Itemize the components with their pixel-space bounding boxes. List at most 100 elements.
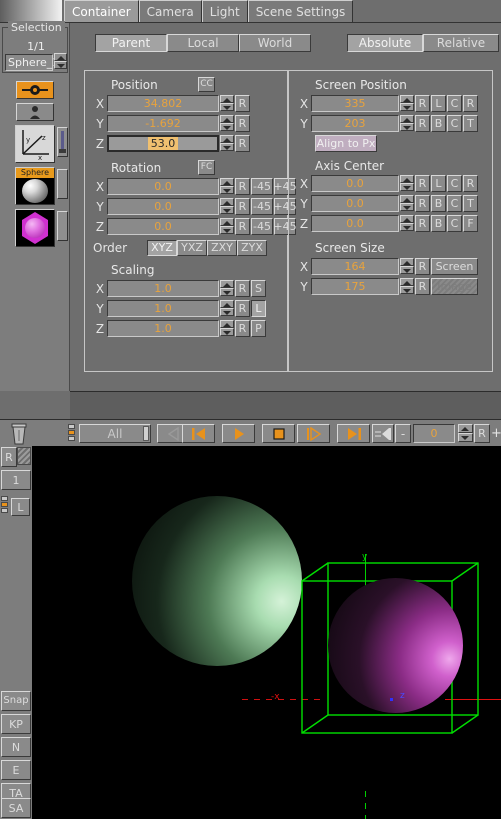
- axis-center-y-field[interactable]: 0.0: [311, 195, 399, 212]
- axis-center-z-field[interactable]: 0.0: [311, 215, 399, 232]
- material-slot-1[interactable]: [57, 169, 68, 199]
- axis-center-z-center[interactable]: C: [447, 215, 462, 232]
- tab-container[interactable]: Container: [64, 0, 139, 23]
- tab-camera[interactable]: Camera: [138, 0, 202, 23]
- layer-number-button[interactable]: 1: [1, 470, 31, 490]
- position-z-stepper[interactable]: [220, 135, 234, 152]
- magenta-sphere-object[interactable]: [328, 578, 463, 713]
- screen-position-x-left[interactable]: L: [431, 95, 446, 112]
- material-thumbnail-magenta[interactable]: [15, 209, 55, 247]
- order-zxy-button[interactable]: ZXY: [207, 239, 237, 256]
- axis-center-z-reset[interactable]: R: [415, 215, 430, 232]
- axis-center-x-right[interactable]: R: [463, 175, 478, 192]
- step-forward-button[interactable]: [297, 424, 330, 443]
- screen-size-x-stepper[interactable]: [400, 258, 414, 275]
- screen-position-x-field[interactable]: 335: [311, 95, 399, 112]
- screen-position-y-bottom[interactable]: B: [431, 115, 446, 132]
- rotation-x-minus45[interactable]: -45: [251, 178, 273, 195]
- axis-center-z-back[interactable]: B: [431, 215, 446, 232]
- rotation-z-reset[interactable]: R: [235, 218, 250, 235]
- mode-local-button[interactable]: Local: [167, 34, 239, 52]
- rotation-y-reset[interactable]: R: [235, 198, 250, 215]
- mode-world-button[interactable]: World: [239, 34, 311, 52]
- frame-number-field[interactable]: 0: [413, 424, 455, 443]
- position-y-field[interactable]: -1.692: [107, 115, 219, 132]
- scaling-y-stepper[interactable]: [220, 300, 234, 317]
- axis-center-y-top[interactable]: T: [463, 195, 478, 212]
- screen-position-y-top[interactable]: T: [463, 115, 478, 132]
- axis-center-x-reset[interactable]: R: [415, 175, 430, 192]
- scaling-z-flag[interactable]: P: [251, 320, 266, 337]
- rotation-y-field[interactable]: 0.0: [107, 198, 219, 215]
- screen-size-x-reset[interactable]: R: [415, 258, 430, 275]
- sa-button[interactable]: SA: [1, 798, 31, 818]
- rotation-z-field[interactable]: 0.0: [107, 218, 219, 235]
- rotation-z-stepper[interactable]: [220, 218, 234, 235]
- axis-center-y-bottom[interactable]: B: [431, 195, 446, 212]
- mode-parent-button[interactable]: Parent: [95, 34, 167, 52]
- mode-relative-button[interactable]: Relative: [423, 34, 499, 52]
- position-x-reset[interactable]: R: [235, 95, 250, 112]
- position-z-field[interactable]: 53.0: [107, 135, 219, 152]
- position-z-reset[interactable]: R: [235, 135, 250, 152]
- skip-end-button[interactable]: [337, 424, 370, 443]
- align-to-px-button[interactable]: Align to Px: [315, 135, 377, 152]
- gizmo-slot[interactable]: [57, 127, 68, 157]
- order-yxz-button[interactable]: YXZ: [177, 239, 207, 256]
- mode-absolute-button[interactable]: Absolute: [347, 34, 423, 52]
- position-x-field[interactable]: 34.802: [107, 95, 219, 112]
- axis-center-z-front[interactable]: F: [463, 215, 478, 232]
- scaling-y-flag[interactable]: L: [251, 300, 266, 317]
- frame-decrement-button[interactable]: -: [395, 424, 411, 443]
- kp-button[interactable]: KP: [1, 714, 31, 734]
- scaling-x-reset[interactable]: R: [235, 280, 250, 297]
- object-select-icon[interactable]: [16, 103, 54, 121]
- visibility-toggle-icon[interactable]: [16, 81, 54, 99]
- key-jump-button[interactable]: [372, 424, 394, 443]
- screen-size-y-field[interactable]: 175: [311, 278, 399, 295]
- rotation-fc-button[interactable]: FC: [198, 160, 215, 175]
- screen-position-x-center[interactable]: C: [447, 95, 462, 112]
- rotation-y-stepper[interactable]: [220, 198, 234, 215]
- axis-center-x-left[interactable]: L: [431, 175, 446, 192]
- axis-center-y-center[interactable]: C: [447, 195, 462, 212]
- material-thumbnail-sphere[interactable]: Sphere: [15, 167, 55, 205]
- position-y-reset[interactable]: R: [235, 115, 250, 132]
- rotation-z-minus45[interactable]: -45: [251, 218, 273, 235]
- screen-position-y-stepper[interactable]: [400, 115, 414, 132]
- layer-lock-button[interactable]: L: [11, 498, 30, 516]
- screen-position-x-right[interactable]: R: [463, 95, 478, 112]
- render-toggle-button[interactable]: R: [1, 447, 17, 467]
- range-selector-grip[interactable]: [143, 426, 149, 441]
- screen-position-y-center[interactable]: C: [447, 115, 462, 132]
- range-selector[interactable]: All: [79, 424, 151, 443]
- screen-position-x-reset[interactable]: R: [415, 95, 430, 112]
- snap-button[interactable]: Snap: [1, 691, 31, 711]
- screen-position-y-reset[interactable]: R: [415, 115, 430, 132]
- e-button[interactable]: E: [1, 760, 31, 780]
- screen-size-screen-button[interactable]: Screen: [431, 258, 478, 275]
- screen-size-y-stepper[interactable]: [400, 278, 414, 295]
- play-button[interactable]: [222, 424, 255, 443]
- position-y-stepper[interactable]: [220, 115, 234, 132]
- screen-position-x-stepper[interactable]: [400, 95, 414, 112]
- scaling-x-field[interactable]: 1.0: [107, 280, 219, 297]
- selection-name-field[interactable]: Sphere_1: [5, 54, 59, 71]
- rotation-x-reset[interactable]: R: [235, 178, 250, 195]
- scaling-x-flag[interactable]: S: [251, 280, 266, 297]
- frame-reset-button[interactable]: R: [474, 424, 490, 443]
- tab-light[interactable]: Light: [201, 0, 248, 23]
- position-cc-button[interactable]: CC: [198, 77, 215, 92]
- screen-size-y-reset[interactable]: R: [415, 278, 430, 295]
- axis-center-x-stepper[interactable]: [400, 175, 414, 192]
- rotation-y-minus45[interactable]: -45: [251, 198, 273, 215]
- position-x-stepper[interactable]: [220, 95, 234, 112]
- scaling-y-field[interactable]: 1.0: [107, 300, 219, 317]
- order-xyz-button[interactable]: XYZ: [147, 239, 177, 256]
- tab-scene-settings[interactable]: Scene Settings: [247, 0, 354, 23]
- selection-stepper[interactable]: [54, 53, 67, 69]
- stop-button[interactable]: [262, 424, 295, 443]
- scaling-x-stepper[interactable]: [220, 280, 234, 297]
- axis-center-x-field[interactable]: 0.0: [311, 175, 399, 192]
- axis-center-y-stepper[interactable]: [400, 195, 414, 212]
